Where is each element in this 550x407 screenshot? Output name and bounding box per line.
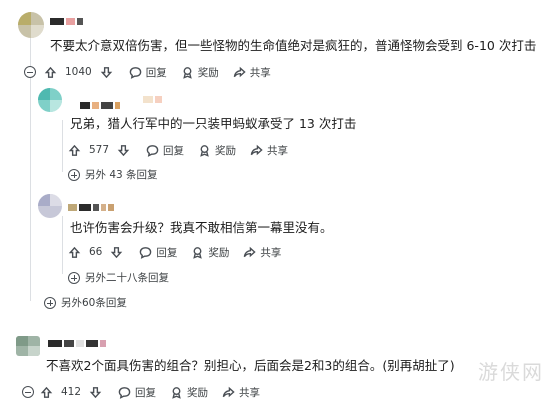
share-label: 共享 xyxy=(267,144,289,157)
award-icon xyxy=(182,66,192,79)
thread-line-reply-2 xyxy=(62,216,63,274)
watermark-logo: 游侠网 xyxy=(478,360,544,384)
award-label: 奖励 xyxy=(208,246,230,259)
arrow-up-icon[interactable] xyxy=(68,144,81,157)
plus-circle-icon xyxy=(68,168,80,181)
arrow-up-icon[interactable] xyxy=(44,66,57,79)
comment-actions: 1040 回复 奖励 共享 xyxy=(44,63,285,81)
reply-label: 回复 xyxy=(163,144,185,157)
award-button[interactable]: 奖励 xyxy=(191,245,229,260)
reply-button[interactable]: 回复 xyxy=(146,143,184,158)
vote-group: 412 xyxy=(40,386,102,399)
speech-bubble-icon xyxy=(118,386,131,399)
comment-actions: 412 回复 奖励 共享 xyxy=(40,383,274,401)
award-icon xyxy=(193,246,203,259)
thread-line-reply-1 xyxy=(62,120,63,172)
vote-count: 1040 xyxy=(65,66,92,78)
avatar[interactable] xyxy=(16,336,40,356)
reply-label: 回复 xyxy=(156,246,178,259)
comment-actions: 577 回复 奖励 共享 xyxy=(68,141,302,159)
share-button[interactable]: 共享 xyxy=(222,385,260,400)
speech-bubble-icon xyxy=(129,66,142,79)
vote-count: 577 xyxy=(89,144,110,156)
reply-label: 回复 xyxy=(145,66,167,79)
collapse-thread-button[interactable] xyxy=(24,66,36,78)
award-label: 奖励 xyxy=(187,386,209,399)
reply-label: 回复 xyxy=(135,386,157,399)
vote-group: 66 xyxy=(68,246,123,259)
award-button[interactable]: 奖励 xyxy=(181,65,219,80)
user-flair xyxy=(143,96,162,103)
comment-actions: 66 回复 奖励 共享 xyxy=(68,243,295,261)
avatar[interactable] xyxy=(38,88,62,112)
arrow-down-icon[interactable] xyxy=(110,246,123,259)
award-label: 奖励 xyxy=(197,66,219,79)
award-icon xyxy=(200,144,209,157)
vote-count: 66 xyxy=(89,246,103,258)
reply-button[interactable]: 回复 xyxy=(129,65,167,80)
username[interactable] xyxy=(48,340,106,347)
award-icon xyxy=(172,386,181,399)
username[interactable] xyxy=(50,18,83,25)
more-replies-label: 另外60条回复 xyxy=(61,297,127,309)
share-button[interactable]: 共享 xyxy=(243,245,281,260)
comment-text: 也许伤害会升级？我真不敢相信第一幕里没有。 xyxy=(70,220,333,235)
vote-group: 577 xyxy=(68,144,130,157)
username[interactable] xyxy=(80,102,120,109)
award-label: 奖励 xyxy=(215,144,237,157)
more-replies-label: 另外二十八条回复 xyxy=(85,272,169,284)
share-arrow-icon xyxy=(233,66,246,77)
share-label: 共享 xyxy=(239,386,261,399)
award-button[interactable]: 奖励 xyxy=(170,385,208,400)
avatar[interactable] xyxy=(18,12,44,38)
plus-circle-icon xyxy=(44,296,56,309)
share-label: 共享 xyxy=(260,246,282,259)
more-replies-link[interactable]: 另外 43 条回复 xyxy=(68,167,158,182)
share-label: 共享 xyxy=(249,66,271,79)
plus-circle-icon xyxy=(68,271,80,284)
share-arrow-icon xyxy=(222,386,235,397)
vote-count: 412 xyxy=(61,386,82,398)
share-button[interactable]: 共享 xyxy=(250,143,288,158)
share-arrow-icon xyxy=(250,144,263,155)
more-replies-link[interactable]: 另外二十八条回复 xyxy=(68,270,169,285)
username[interactable] xyxy=(68,204,114,211)
thread-more-replies-link[interactable]: 另外60条回复 xyxy=(44,295,127,310)
award-button[interactable]: 奖励 xyxy=(198,143,236,158)
avatar[interactable] xyxy=(38,194,62,218)
speech-bubble-icon xyxy=(140,246,152,259)
arrow-up-icon[interactable] xyxy=(68,246,81,259)
vote-group: 1040 xyxy=(44,66,113,79)
arrow-up-icon[interactable] xyxy=(40,386,53,399)
collapse-thread-button[interactable] xyxy=(22,386,34,398)
share-button[interactable]: 共享 xyxy=(233,65,271,80)
more-replies-label: 另外 43 条回复 xyxy=(85,169,158,181)
comment-text: 不要太介意双倍伤害，但一些怪物的生命值绝对是疯狂的，普通怪物会受到 6-10 次… xyxy=(50,38,537,53)
share-arrow-icon xyxy=(244,246,257,257)
arrow-down-icon[interactable] xyxy=(89,386,102,399)
arrow-down-icon[interactable] xyxy=(117,144,130,157)
comment-text: 不喜欢2个面具伤害的组合？别担心，后面会是2和3的组合。(别再胡扯了) xyxy=(46,358,455,373)
speech-bubble-icon xyxy=(146,144,159,157)
reply-button[interactable]: 回复 xyxy=(118,385,156,400)
comment-text: 兄弟，猎人行军中的一只装甲蚂蚁承受了 13 次打击 xyxy=(70,116,357,131)
arrow-down-icon[interactable] xyxy=(100,66,113,79)
reply-button[interactable]: 回复 xyxy=(139,245,177,260)
